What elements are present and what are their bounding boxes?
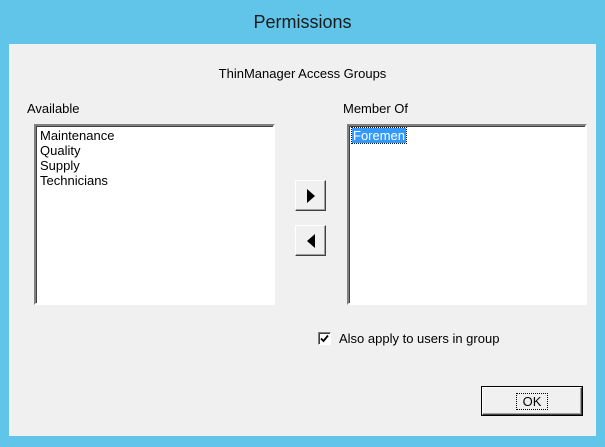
member-of-label: Member Of <box>343 101 409 116</box>
available-listbox[interactable]: Maintenance Quality Supply Technicians <box>34 124 275 305</box>
dialog-body: ThinManager Access Groups Available Main… <box>9 44 596 436</box>
list-item[interactable]: Maintenance <box>39 128 270 143</box>
list-item[interactable]: Supply <box>39 158 270 173</box>
available-label: Available <box>27 101 80 116</box>
list-item[interactable]: Quality <box>39 143 270 158</box>
permissions-window: Permissions ThinManager Access Groups Av… <box>0 0 605 447</box>
member-of-listbox[interactable]: Foremen <box>347 124 587 305</box>
window-title: Permissions <box>253 11 352 32</box>
apply-to-users-option[interactable]: Also apply to users in group <box>318 331 499 346</box>
ok-button[interactable]: OK <box>482 387 582 415</box>
add-to-group-button[interactable] <box>295 180 326 211</box>
access-groups-heading: ThinManager Access Groups <box>218 66 387 81</box>
title-bar[interactable]: Permissions <box>0 0 605 44</box>
checkmark-icon <box>320 334 329 343</box>
ok-button-label: OK <box>515 392 549 410</box>
left-arrow-icon <box>306 233 315 248</box>
apply-to-users-label: Also apply to users in group <box>339 331 500 346</box>
list-item[interactable]: Technicians <box>39 173 270 188</box>
right-arrow-icon <box>306 188 315 203</box>
list-item-selected[interactable]: Foremen <box>350 127 408 144</box>
remove-from-group-button[interactable] <box>295 225 326 256</box>
apply-to-users-checkbox[interactable] <box>318 332 331 345</box>
